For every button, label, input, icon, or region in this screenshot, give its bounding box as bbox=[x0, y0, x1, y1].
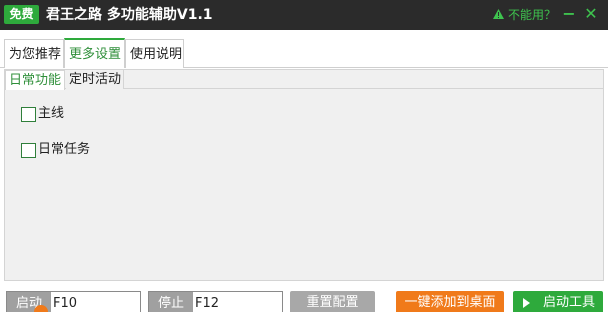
status-dot bbox=[34, 305, 48, 312]
option-main-quest[interactable]: 主线 bbox=[21, 105, 64, 123]
minimize-button[interactable]: − bbox=[562, 4, 576, 24]
help-link-label: 不能用？ bbox=[508, 8, 557, 22]
stop-hotkey-value[interactable]: F12 bbox=[195, 292, 219, 312]
reset-config-button[interactable]: 重置配置 bbox=[290, 291, 375, 312]
warning-icon bbox=[493, 6, 504, 24]
daily-tasks-label: 日常任务 bbox=[38, 142, 91, 157]
start-tool-label: 启动工具 bbox=[543, 295, 596, 310]
tab-recommend[interactable]: 为您推荐 bbox=[4, 39, 64, 68]
stop-hotkey-label: 停止 bbox=[149, 292, 193, 312]
start-tool-button[interactable]: 启动工具 bbox=[513, 291, 603, 312]
settings-panel: 日常功能 定时活动 主线 日常任务 bbox=[4, 69, 604, 281]
app-title: 君王之路 多功能辅助V1.1 bbox=[46, 7, 213, 23]
main-quest-checkbox[interactable] bbox=[21, 106, 36, 122]
main-tab-bar: 为您推荐 更多设置 使用说明 bbox=[0, 38, 608, 68]
title-bar: 免费 君王之路 多功能辅助V1.1 不能用？ − ✕ bbox=[0, 0, 608, 30]
main-quest-label: 主线 bbox=[38, 106, 65, 121]
start-hotkey-field[interactable]: 启动 F10 bbox=[6, 291, 141, 312]
close-button[interactable]: ✕ bbox=[584, 4, 598, 24]
tab-timed-events[interactable]: 定时活动 bbox=[66, 70, 124, 89]
free-badge: 免费 bbox=[4, 5, 39, 24]
tab-daily-functions[interactable]: 日常功能 bbox=[5, 70, 65, 90]
stop-hotkey-field[interactable]: 停止 F12 bbox=[148, 291, 283, 312]
sub-tab-bar: 日常功能 定时活动 bbox=[5, 70, 603, 90]
daily-tasks-checkbox[interactable] bbox=[21, 142, 36, 158]
play-icon bbox=[523, 298, 530, 308]
add-to-desktop-button[interactable]: 一键添加到桌面 bbox=[396, 291, 504, 312]
tab-instructions[interactable]: 使用说明 bbox=[125, 39, 184, 68]
help-link[interactable]: 不能用？ bbox=[493, 6, 556, 24]
option-daily-tasks[interactable]: 日常任务 bbox=[21, 141, 90, 159]
start-hotkey-value[interactable]: F10 bbox=[53, 292, 77, 312]
tab-more-settings[interactable]: 更多设置 bbox=[64, 38, 125, 68]
